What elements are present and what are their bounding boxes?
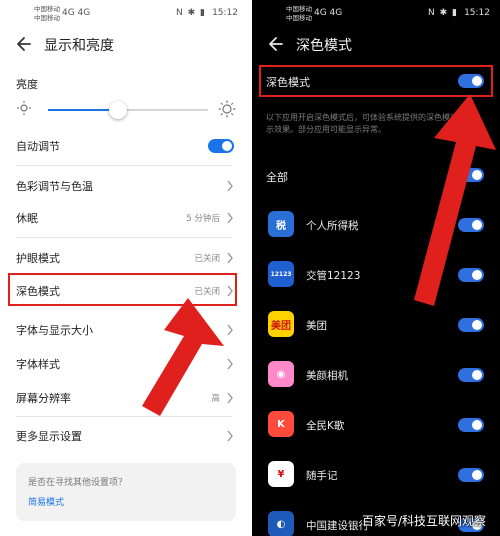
status-bar: 中国移动 中国移动 4G 4G N ✱ ▮ 15:12 [0, 0, 248, 28]
item-label: 字体与显示大小 [16, 324, 93, 337]
meituan-app-icon: 美团 [268, 311, 294, 337]
item-label: 更多显示设置 [16, 430, 82, 443]
auto-adjust-toggle[interactable] [208, 139, 234, 153]
brightness-slider-handle[interactable] [109, 101, 128, 119]
carrier-2: 中国移动 [34, 14, 60, 22]
app-row[interactable]: K 全民K歌 [252, 403, 500, 449]
item-label: 屏幕分辨率 [16, 392, 71, 405]
signal-indicator: 4G 4G [62, 8, 91, 18]
chevron-right-icon [227, 430, 233, 442]
item-label: 字体样式 [16, 358, 60, 371]
brightness-low-icon [17, 101, 31, 115]
app-row[interactable]: ◉ 美颜相机 [252, 353, 500, 399]
carrier-1: 中国移动 [34, 5, 60, 13]
title-bar: 显示和亮度 [0, 28, 248, 62]
app-dark-mode-toggle[interactable] [458, 368, 484, 382]
auto-adjust-label: 自动调节 [16, 140, 60, 153]
suggestion-card: 是否在寻找其他设置项？ 简易模式 [16, 463, 236, 521]
app-name: 美团 [306, 320, 327, 332]
chevron-right-icon [227, 180, 233, 192]
page-title: 深色模式 [296, 38, 352, 54]
brightness-label: 亮度 [16, 78, 38, 91]
dark-mode-screen: 中国移动 中国移动 4G 4G N ✱ ▮ 15:12 深色模式 深色模式 以下… [252, 0, 500, 536]
auto-adjust-row[interactable]: 自动调节 [0, 128, 248, 164]
app-name: 全民K歌 [306, 420, 345, 432]
brightness-high-icon [218, 100, 236, 118]
clock: 15:12 [212, 8, 238, 18]
app-dark-mode-toggle[interactable] [458, 318, 484, 332]
karaoke-app-icon: K [268, 411, 294, 437]
all-apps-label: 全部 [266, 171, 288, 184]
title-bar: 深色模式 [252, 28, 500, 62]
back-arrow-icon[interactable] [266, 34, 286, 54]
item-label: 护眼模式 [16, 252, 60, 265]
signal-indicator: 4G 4G [314, 8, 343, 18]
back-arrow-icon[interactable] [14, 34, 34, 54]
chevron-right-icon [227, 252, 233, 264]
item-value: 已关闭 [194, 254, 220, 264]
app-name: 美颜相机 [306, 370, 348, 382]
settings-item-eye-comfort[interactable]: 护眼模式 已关闭 [0, 240, 248, 276]
settings-item-more-display[interactable]: 更多显示设置 [0, 418, 248, 454]
item-label: 休眠 [16, 212, 38, 225]
status-icons: N ✱ ▮ [428, 8, 458, 18]
red-arrow-annotation [142, 298, 224, 416]
chevron-right-icon [227, 212, 233, 224]
app-dark-mode-toggle[interactable] [458, 418, 484, 432]
settings-item-sleep[interactable]: 休眠 5 分钟后 [0, 200, 248, 236]
watermark: 百家号/科技互联网观察 [362, 514, 487, 528]
beauty-camera-icon: ◉ [268, 361, 294, 387]
display-brightness-screen: 中国移动 中国移动 4G 4G N ✱ ▮ 15:12 显示和亮度 亮度 自动调… [0, 0, 248, 536]
suggestion-question: 是否在寻找其他设置项？ [28, 478, 128, 488]
ccb-app-icon: ◐ [268, 511, 294, 536]
settings-item-color-temperature[interactable]: 色彩调节与色温 [0, 168, 248, 204]
app-row[interactable]: 美团 美团 [252, 303, 500, 349]
app-row[interactable]: ¥ 随手记 [252, 453, 500, 499]
item-label: 色彩调节与色温 [16, 180, 93, 193]
app-name: 中国建设银行 [306, 520, 369, 532]
status-icons: N ✱ ▮ [176, 8, 206, 18]
status-bar: 中国移动 中国移动 4G 4G N ✱ ▮ 15:12 [252, 0, 500, 28]
app-name: 个人所得税 [306, 220, 359, 232]
divider [16, 237, 232, 238]
item-value: 5 分钟后 [186, 214, 220, 224]
app-dark-mode-toggle[interactable] [458, 468, 484, 482]
carrier-2: 中国移动 [286, 14, 312, 22]
page-title: 显示和亮度 [44, 38, 114, 54]
app-name: 交管12123 [306, 270, 361, 282]
red-arrow-annotation [414, 94, 496, 306]
notes-app-icon: ¥ [268, 461, 294, 487]
brightness-slider-fill [48, 109, 119, 111]
carrier-1: 中国移动 [286, 5, 312, 13]
app-name: 随手记 [306, 470, 338, 482]
simple-mode-link[interactable]: 简易模式 [28, 495, 64, 508]
tax-app-icon: 税 [268, 211, 294, 237]
traffic-app-icon: 12123 [268, 261, 294, 287]
clock: 15:12 [464, 8, 490, 18]
divider [16, 165, 232, 166]
